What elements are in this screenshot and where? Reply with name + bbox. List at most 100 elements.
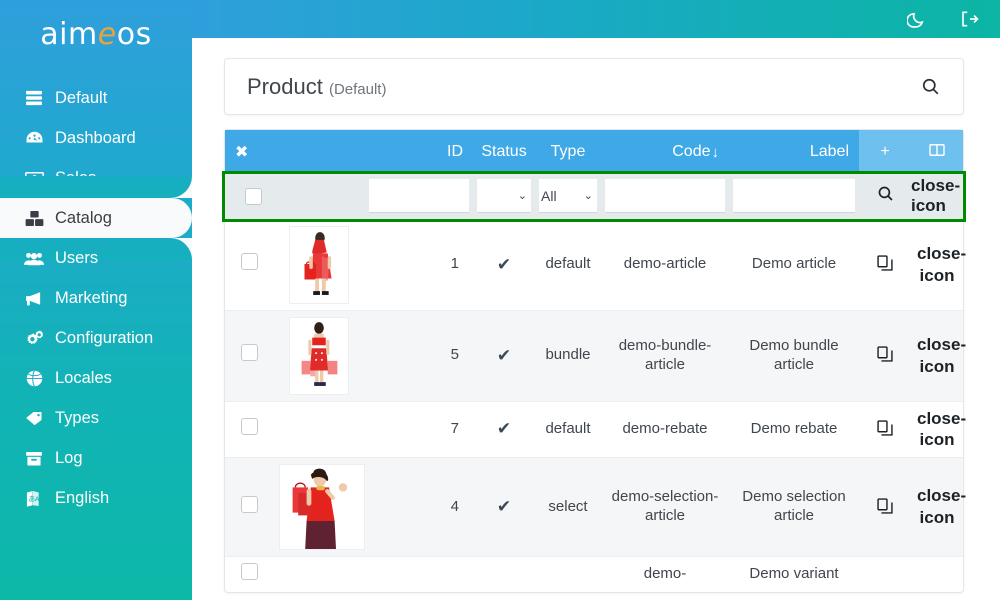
column-header-code[interactable]: Code ↓ xyxy=(601,130,729,174)
row-select-cell xyxy=(225,400,273,458)
sidebar-item-label: Marketing xyxy=(55,288,128,307)
svg-text:A: A xyxy=(34,495,39,503)
page-title: Product (Default) xyxy=(247,74,386,100)
row-image-cell xyxy=(273,309,365,401)
sort-descending-icon[interactable]: ↓ xyxy=(712,144,720,161)
row-delete-cell: close-icon xyxy=(911,218,966,310)
row-checkbox[interactable] xyxy=(240,344,258,362)
filter-cell-search xyxy=(859,174,911,219)
table-row[interactable]: 5 ✔ bundle demo-bundle-article Demo bund… xyxy=(225,309,966,401)
sidebar-nav: Default Dashboard Sales Catalog Users Ma… xyxy=(0,78,192,518)
app-root: aimeos Default Dashboard Sales Catalog U… xyxy=(0,0,1000,600)
select-all-checkbox[interactable] xyxy=(245,187,262,205)
page-subtitle-text: (Default) xyxy=(328,80,387,98)
table-row[interactable]: 7 ✔ default demo-rebate Demo rebate clos… xyxy=(225,400,966,458)
page-header-panel: Product (Default) xyxy=(224,58,964,115)
row-type xyxy=(535,555,601,592)
column-header-id[interactable]: ID xyxy=(365,130,473,174)
filter-id-input[interactable] xyxy=(369,179,469,214)
row-select-cell xyxy=(225,555,273,592)
close-icon[interactable]: close-icon xyxy=(911,176,963,216)
add-product-button[interactable]: + xyxy=(859,130,911,174)
product-thumbnail xyxy=(279,464,365,550)
row-label: Demo bundle article xyxy=(729,309,859,401)
logout-icon[interactable] xyxy=(958,8,980,30)
search-icon[interactable] xyxy=(919,76,941,98)
columns-icon[interactable] xyxy=(929,143,945,162)
table-row[interactable]: 4 ✔ select demo-selection-article Demo s… xyxy=(225,457,966,557)
filter-clear-button[interactable]: close-icon xyxy=(911,174,963,218)
row-checkbox[interactable] xyxy=(240,417,258,435)
row-type: bundle xyxy=(535,309,601,401)
brand-text: aimeos xyxy=(40,17,151,52)
row-label: Demo selection article xyxy=(729,457,859,557)
table-row[interactable]: demo- Demo variant xyxy=(225,555,963,592)
row-code: demo-bundle-article xyxy=(601,309,729,401)
column-header-type-label: Type xyxy=(550,143,586,160)
sidebar-item-log[interactable]: Log xyxy=(0,438,192,478)
toggle-columns-button[interactable] xyxy=(911,130,963,174)
chevron-down-icon[interactable]: ⌄ xyxy=(518,189,529,202)
search-icon[interactable] xyxy=(877,185,894,207)
status-check-icon: ✔ xyxy=(496,254,512,274)
row-status xyxy=(473,555,535,592)
sidebar-item-types[interactable]: Types xyxy=(0,398,192,438)
column-header-type[interactable]: Type xyxy=(535,130,601,174)
row-id xyxy=(365,555,473,592)
brand-text-before: aim xyxy=(40,16,98,52)
row-image-cell xyxy=(273,400,365,458)
filter-status-select[interactable]: ⌄ xyxy=(477,179,531,214)
column-header-label[interactable]: Label xyxy=(729,130,859,174)
close-icon[interactable]: close-icon xyxy=(917,335,966,376)
filter-cell-label xyxy=(729,174,859,219)
close-icon[interactable]: close-icon xyxy=(917,244,966,285)
svg-text:あ: あ xyxy=(28,494,35,502)
sidebar-item-catalog[interactable]: Catalog xyxy=(0,176,192,260)
table-body: ⌄ All ⌄ close-icon 1 ✔ default demo-arti… xyxy=(222,171,966,592)
column-header-select-all[interactable]: ✖ xyxy=(225,130,273,174)
filter-cell-image xyxy=(273,174,365,219)
column-header-status[interactable]: Status xyxy=(473,130,535,174)
sidebar-item-locales[interactable]: Locales xyxy=(0,358,192,398)
row-copy-cell xyxy=(859,400,911,458)
copy-icon[interactable] xyxy=(874,417,896,439)
sidebar-item-configuration[interactable]: Configuration xyxy=(0,318,192,358)
chevron-down-icon[interactable]: ⌄ xyxy=(584,189,595,202)
row-checkbox[interactable] xyxy=(240,253,258,271)
row-delete-cell: close-icon xyxy=(911,400,966,458)
product-thumbnail xyxy=(289,225,349,304)
moon-icon[interactable] xyxy=(906,8,928,30)
filter-search-button[interactable] xyxy=(859,174,911,218)
close-icon[interactable]: close-icon xyxy=(917,409,966,450)
copy-icon[interactable] xyxy=(874,495,896,517)
row-copy-cell xyxy=(859,309,911,401)
filter-cell-code xyxy=(601,174,729,219)
table-row[interactable]: 1 ✔ default demo-article Demo article cl… xyxy=(225,218,966,310)
sidebar-item-dashboard[interactable]: Dashboard xyxy=(0,118,192,158)
sidebar-item-sales[interactable]: Sales xyxy=(0,158,192,198)
row-copy-cell xyxy=(859,555,911,592)
copy-icon[interactable] xyxy=(874,252,896,274)
sidebar-item-label: Catalog xyxy=(55,208,112,227)
sidebar-item-users[interactable]: Users xyxy=(0,238,192,278)
globe-icon xyxy=(24,369,44,387)
row-checkbox[interactable] xyxy=(240,563,258,580)
sidebar-item-default[interactable]: Default xyxy=(0,78,192,118)
plus-icon[interactable]: + xyxy=(880,143,889,161)
close-icon[interactable]: close-icon xyxy=(917,486,966,527)
banknote-icon xyxy=(24,169,44,187)
sidebar-item-marketing[interactable]: Marketing xyxy=(0,278,192,318)
filter-cell-status: ⌄ xyxy=(473,174,535,219)
sidebar-item-english[interactable]: Aあ English xyxy=(0,478,192,518)
filter-label-input[interactable] xyxy=(733,179,855,214)
brand-logo[interactable]: aimeos xyxy=(0,0,192,62)
copy-icon[interactable] xyxy=(874,343,896,365)
filter-row: ⌄ All ⌄ close-icon xyxy=(222,171,966,222)
deselect-all-icon[interactable]: ✖ xyxy=(235,142,248,162)
row-type: default xyxy=(535,400,601,458)
filter-code-input[interactable] xyxy=(605,179,725,214)
filter-type-select[interactable]: All ⌄ xyxy=(539,179,597,214)
status-check-icon: ✔ xyxy=(496,345,512,365)
row-checkbox[interactable] xyxy=(240,495,258,513)
row-copy-cell xyxy=(859,218,911,310)
